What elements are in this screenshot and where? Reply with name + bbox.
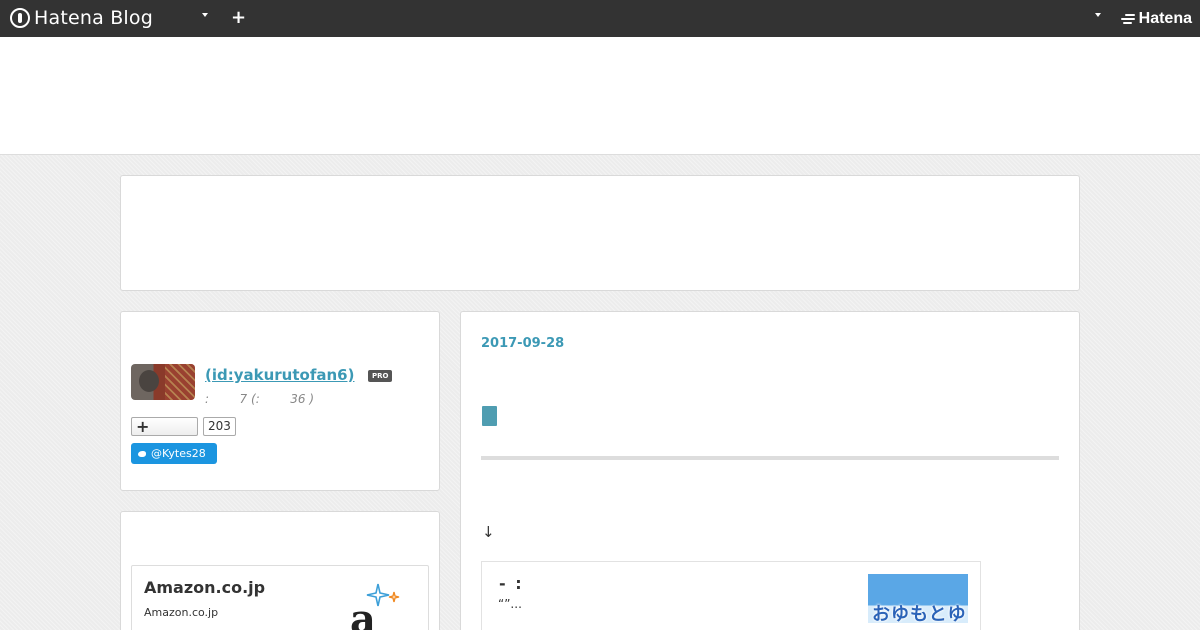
profile-name-link[interactable]: (id:yakurutofan6)	[205, 366, 354, 384]
pro-badge: PRO	[368, 370, 393, 382]
follower-count: 203	[203, 417, 236, 436]
twitter-handle: @Kytes28	[151, 447, 206, 460]
amazon-card[interactable]: Amazon.co.jp Amazon.co.jp a	[131, 565, 429, 630]
hatena-brand-link[interactable]: Hatena	[1120, 10, 1192, 28]
article: 2017-09-28 ↓ - : “”... おゆもとゆ	[460, 311, 1080, 630]
hatena-brand-text: Hatena	[1138, 10, 1192, 27]
hatena-logo-icon	[1120, 13, 1135, 25]
logo-text: Hatena Blog	[34, 7, 153, 29]
follow-button[interactable]: +	[131, 417, 198, 436]
ad-area	[120, 175, 1080, 291]
plus-icon: +	[136, 417, 150, 436]
profile-module: (id:yakurutofan6) PRO : 7 (: 36 ) + 203 …	[120, 311, 440, 491]
twitter-follow-button[interactable]: @Kytes28	[131, 443, 217, 464]
blog-header	[0, 37, 1200, 155]
chevron-down-icon[interactable]	[1095, 13, 1101, 17]
arrow-text: ↓	[482, 523, 495, 541]
amazon-module: Amazon.co.jp Amazon.co.jp a	[120, 511, 440, 630]
amazon-title: Amazon.co.jp	[144, 578, 266, 597]
entry-date-link[interactable]: 2017-09-28	[481, 336, 564, 351]
hatena-blog-logo-icon	[10, 8, 30, 28]
divider	[481, 456, 1059, 460]
chevron-down-icon[interactable]	[202, 13, 208, 17]
embed-thumbnail-text: おゆもとゆ	[872, 604, 967, 625]
sparkle-icon	[366, 583, 400, 607]
profile-stats: : 7 (: 36 )	[205, 392, 315, 406]
avatar[interactable]	[131, 364, 195, 400]
embed-description: “”...	[498, 597, 522, 611]
amazon-subtitle: Amazon.co.jp	[144, 606, 219, 619]
hatena-blog-logo[interactable]: Hatena Blog	[10, 7, 153, 29]
embed-card[interactable]: - : “”... おゆもとゆ	[481, 561, 981, 630]
embed-thumbnail[interactable]: おゆもとゆ	[868, 574, 968, 630]
global-header: Hatena Blog + Hatena	[0, 0, 1200, 37]
twitter-bird-icon	[137, 449, 147, 458]
add-entry-button[interactable]: +	[231, 8, 246, 28]
embed-title: - :	[499, 574, 524, 593]
entry-title-marker	[482, 406, 497, 426]
